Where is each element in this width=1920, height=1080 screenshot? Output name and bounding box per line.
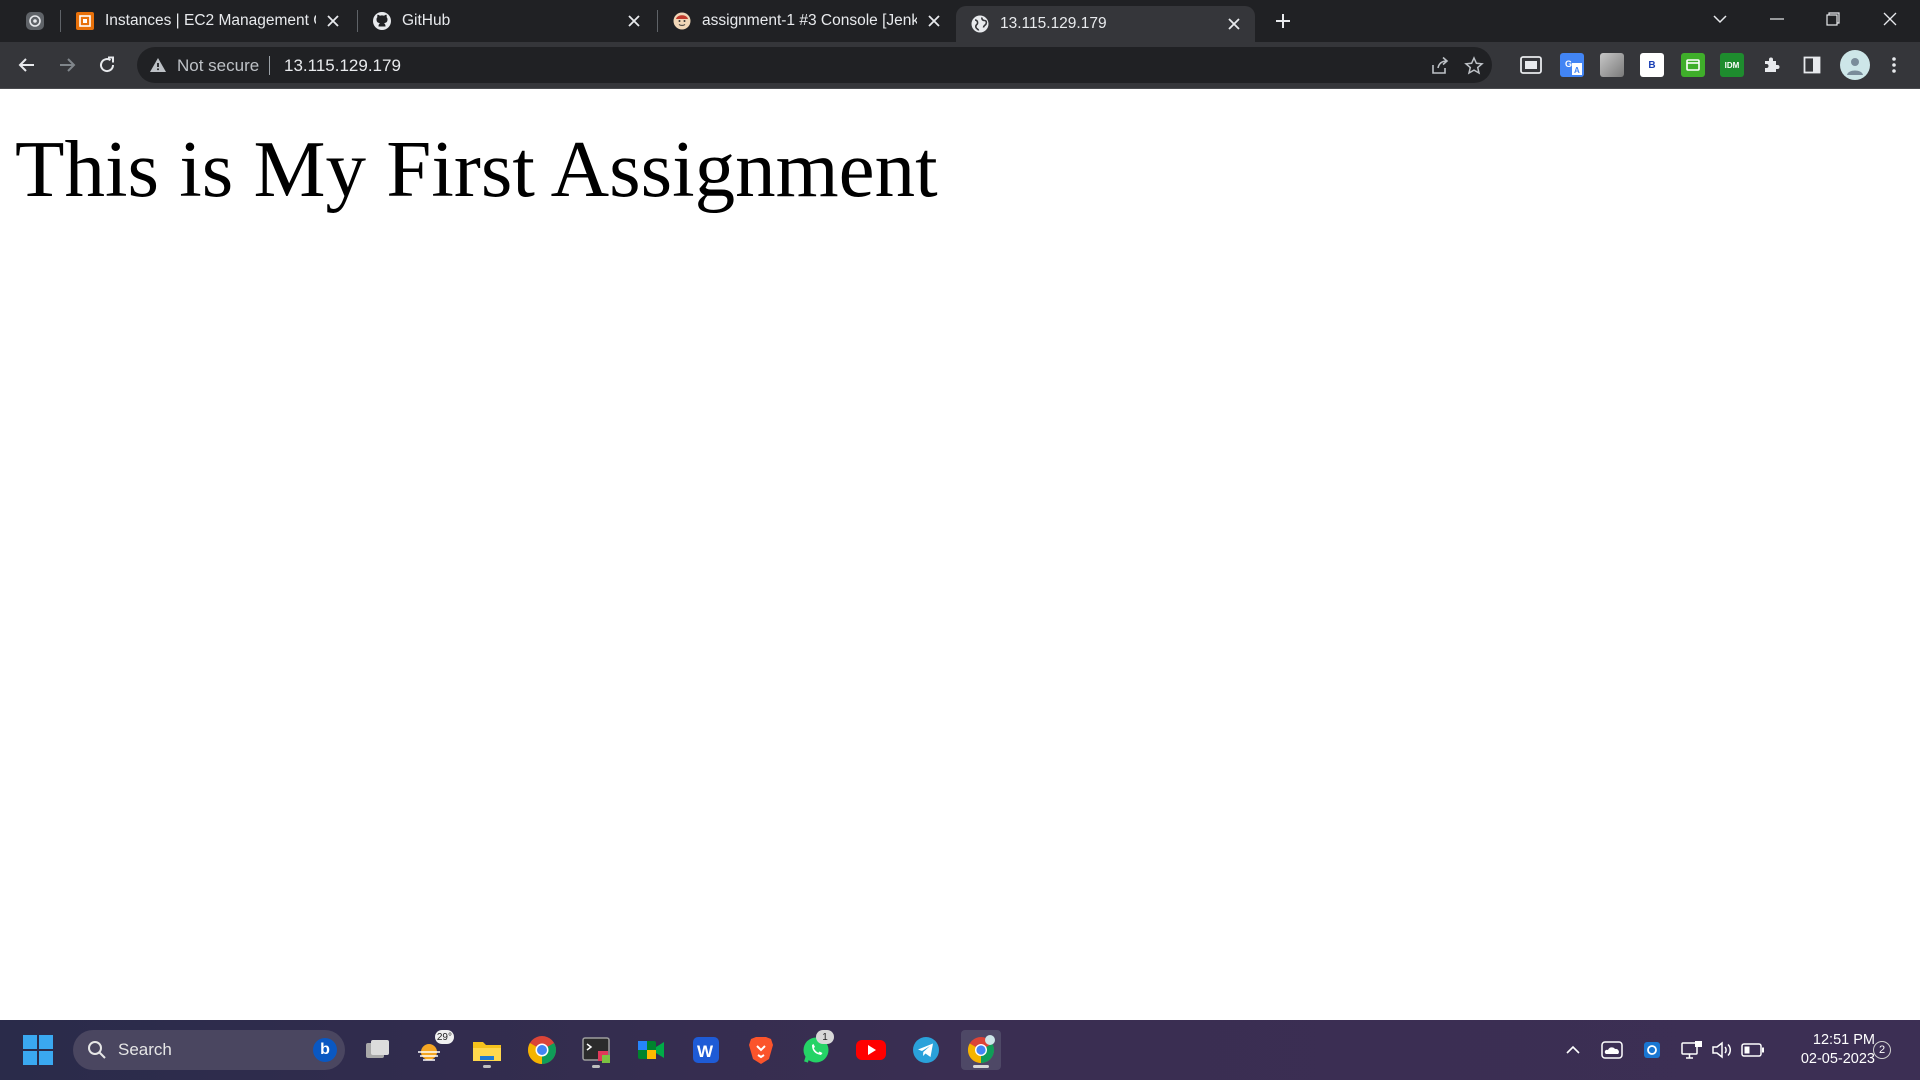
minimize-icon bbox=[1770, 18, 1784, 20]
jenkins-icon bbox=[672, 11, 692, 31]
ext-b-icon[interactable]: B bbox=[1640, 53, 1664, 77]
network-icon[interactable] bbox=[1680, 1038, 1704, 1062]
system-clock[interactable]: 12:51 PM 02-05-2023 bbox=[1775, 1031, 1875, 1069]
svg-text:A: A bbox=[1574, 66, 1580, 75]
tab-github[interactable]: GitHub bbox=[358, 0, 655, 42]
share-icon[interactable] bbox=[1428, 54, 1452, 78]
meet-icon[interactable] bbox=[631, 1030, 671, 1070]
arrow-left-icon bbox=[18, 58, 34, 72]
security-status-label[interactable]: Not secure bbox=[177, 56, 259, 76]
forward-button[interactable] bbox=[51, 49, 83, 81]
tab-title: Instances | EC2 Management Console bbox=[105, 12, 316, 29]
search-icon bbox=[88, 1041, 106, 1059]
chevron-up-icon[interactable] bbox=[1561, 1038, 1585, 1062]
close-tab-icon[interactable] bbox=[625, 12, 643, 30]
globe-icon bbox=[970, 14, 990, 34]
tab-jenkins-console[interactable]: assignment-1 #3 Console [Jenkins] bbox=[658, 0, 955, 42]
bing-chat-icon[interactable]: b bbox=[313, 1038, 337, 1062]
reload-icon bbox=[100, 56, 115, 73]
tab-search-button[interactable] bbox=[1692, 0, 1748, 38]
arrow-right-icon bbox=[60, 58, 76, 72]
task-view-icon[interactable] bbox=[357, 1030, 397, 1070]
notification-count-badge[interactable]: 2 bbox=[1873, 1041, 1891, 1059]
address-bar[interactable]: Not secure 13.115.129.179 bbox=[137, 47, 1492, 83]
running-indicator bbox=[973, 1065, 989, 1068]
tab-strip: Instances | EC2 Management Console GitHu… bbox=[0, 0, 1920, 42]
brave-icon[interactable] bbox=[741, 1030, 781, 1070]
svg-text:G: G bbox=[1565, 59, 1572, 69]
battery-icon[interactable] bbox=[1741, 1038, 1765, 1062]
tab-title: 13.115.129.179 bbox=[1000, 15, 1107, 32]
close-tab-icon[interactable] bbox=[1225, 15, 1243, 33]
start-button[interactable] bbox=[22, 1034, 54, 1066]
reload-button[interactable] bbox=[91, 49, 123, 81]
profile-avatar[interactable] bbox=[1840, 50, 1870, 80]
whatsapp-icon[interactable]: 1 bbox=[796, 1030, 836, 1070]
search-placeholder: Search bbox=[118, 1040, 172, 1059]
onedrive-icon[interactable] bbox=[1600, 1038, 1624, 1062]
windows-taskbar: Search b 29° W 1 12:51 PM 02-05-2023 2 bbox=[0, 1020, 1920, 1080]
browser-toolbar: Not secure 13.115.129.179 GA B IDM bbox=[0, 42, 1920, 89]
tab-title: GitHub bbox=[402, 12, 451, 29]
github-icon bbox=[372, 11, 392, 31]
windows-logo-icon bbox=[23, 1035, 53, 1065]
page-heading: This is My First Assignment bbox=[15, 124, 938, 214]
omnibox-divider bbox=[269, 56, 270, 75]
telegram-icon[interactable] bbox=[906, 1030, 946, 1070]
plus-icon bbox=[1276, 14, 1290, 28]
close-icon bbox=[1883, 12, 1897, 26]
ext-green-icon[interactable] bbox=[1681, 53, 1705, 77]
clock-date: 02-05-2023 bbox=[1800, 1051, 1875, 1067]
minimize-button[interactable] bbox=[1749, 0, 1805, 38]
tab-active-ip[interactable]: 13.115.129.179 bbox=[956, 6, 1255, 42]
clock-time: 12:51 PM bbox=[1812, 1032, 1875, 1048]
weather-temperature: 29° bbox=[434, 1030, 454, 1044]
running-indicator bbox=[592, 1065, 600, 1068]
pinned-tab-chatgpt[interactable] bbox=[10, 0, 60, 42]
restore-icon bbox=[1826, 12, 1840, 26]
terminal-icon[interactable] bbox=[576, 1030, 616, 1070]
back-button[interactable] bbox=[11, 49, 43, 81]
url-text[interactable]: 13.115.129.179 bbox=[284, 56, 401, 76]
writer-icon[interactable]: W bbox=[686, 1030, 726, 1070]
tab-ec2-instances[interactable]: Instances | EC2 Management Console bbox=[61, 0, 354, 42]
side-panel-icon[interactable] bbox=[1800, 53, 1824, 77]
weather-icon[interactable]: 29° bbox=[410, 1030, 454, 1070]
bookmark-star-icon[interactable] bbox=[1462, 54, 1486, 78]
ext-gray-icon[interactable] bbox=[1600, 53, 1624, 77]
tab-title: assignment-1 #3 Console [Jenkins] bbox=[702, 12, 917, 29]
idm-icon[interactable]: IDM bbox=[1720, 53, 1744, 77]
page-viewport: This is My First Assignment bbox=[0, 89, 1920, 1020]
svg-text:W: W bbox=[697, 1042, 714, 1061]
puzzle-extensions-icon[interactable] bbox=[1760, 53, 1784, 77]
google-translate-icon[interactable]: GA bbox=[1560, 53, 1584, 77]
taskbar-search[interactable]: Search b bbox=[73, 1030, 345, 1070]
cast-icon[interactable] bbox=[1519, 53, 1543, 77]
whatsapp-unread-badge: 1 bbox=[816, 1030, 834, 1044]
warning-triangle-icon[interactable] bbox=[149, 56, 167, 74]
file-explorer-icon[interactable] bbox=[467, 1030, 507, 1070]
chatgpt-icon bbox=[26, 12, 44, 30]
restore-button[interactable] bbox=[1805, 0, 1861, 38]
close-window-button[interactable] bbox=[1862, 0, 1918, 38]
aws-ec2-icon bbox=[75, 11, 95, 31]
kebab-menu-icon[interactable] bbox=[1882, 53, 1906, 77]
volume-icon[interactable] bbox=[1710, 1038, 1734, 1062]
youtube-icon[interactable] bbox=[851, 1030, 891, 1070]
outlook-tray-icon[interactable] bbox=[1640, 1038, 1664, 1062]
close-tab-icon[interactable] bbox=[925, 12, 943, 30]
chrome-icon[interactable] bbox=[522, 1030, 562, 1070]
avatar-icon bbox=[1847, 58, 1863, 75]
chevron-down-icon bbox=[1713, 15, 1727, 24]
running-indicator bbox=[483, 1065, 491, 1068]
chrome-profile-icon[interactable] bbox=[961, 1030, 1001, 1070]
close-tab-icon[interactable] bbox=[324, 12, 342, 30]
new-tab-button[interactable] bbox=[1268, 6, 1298, 36]
